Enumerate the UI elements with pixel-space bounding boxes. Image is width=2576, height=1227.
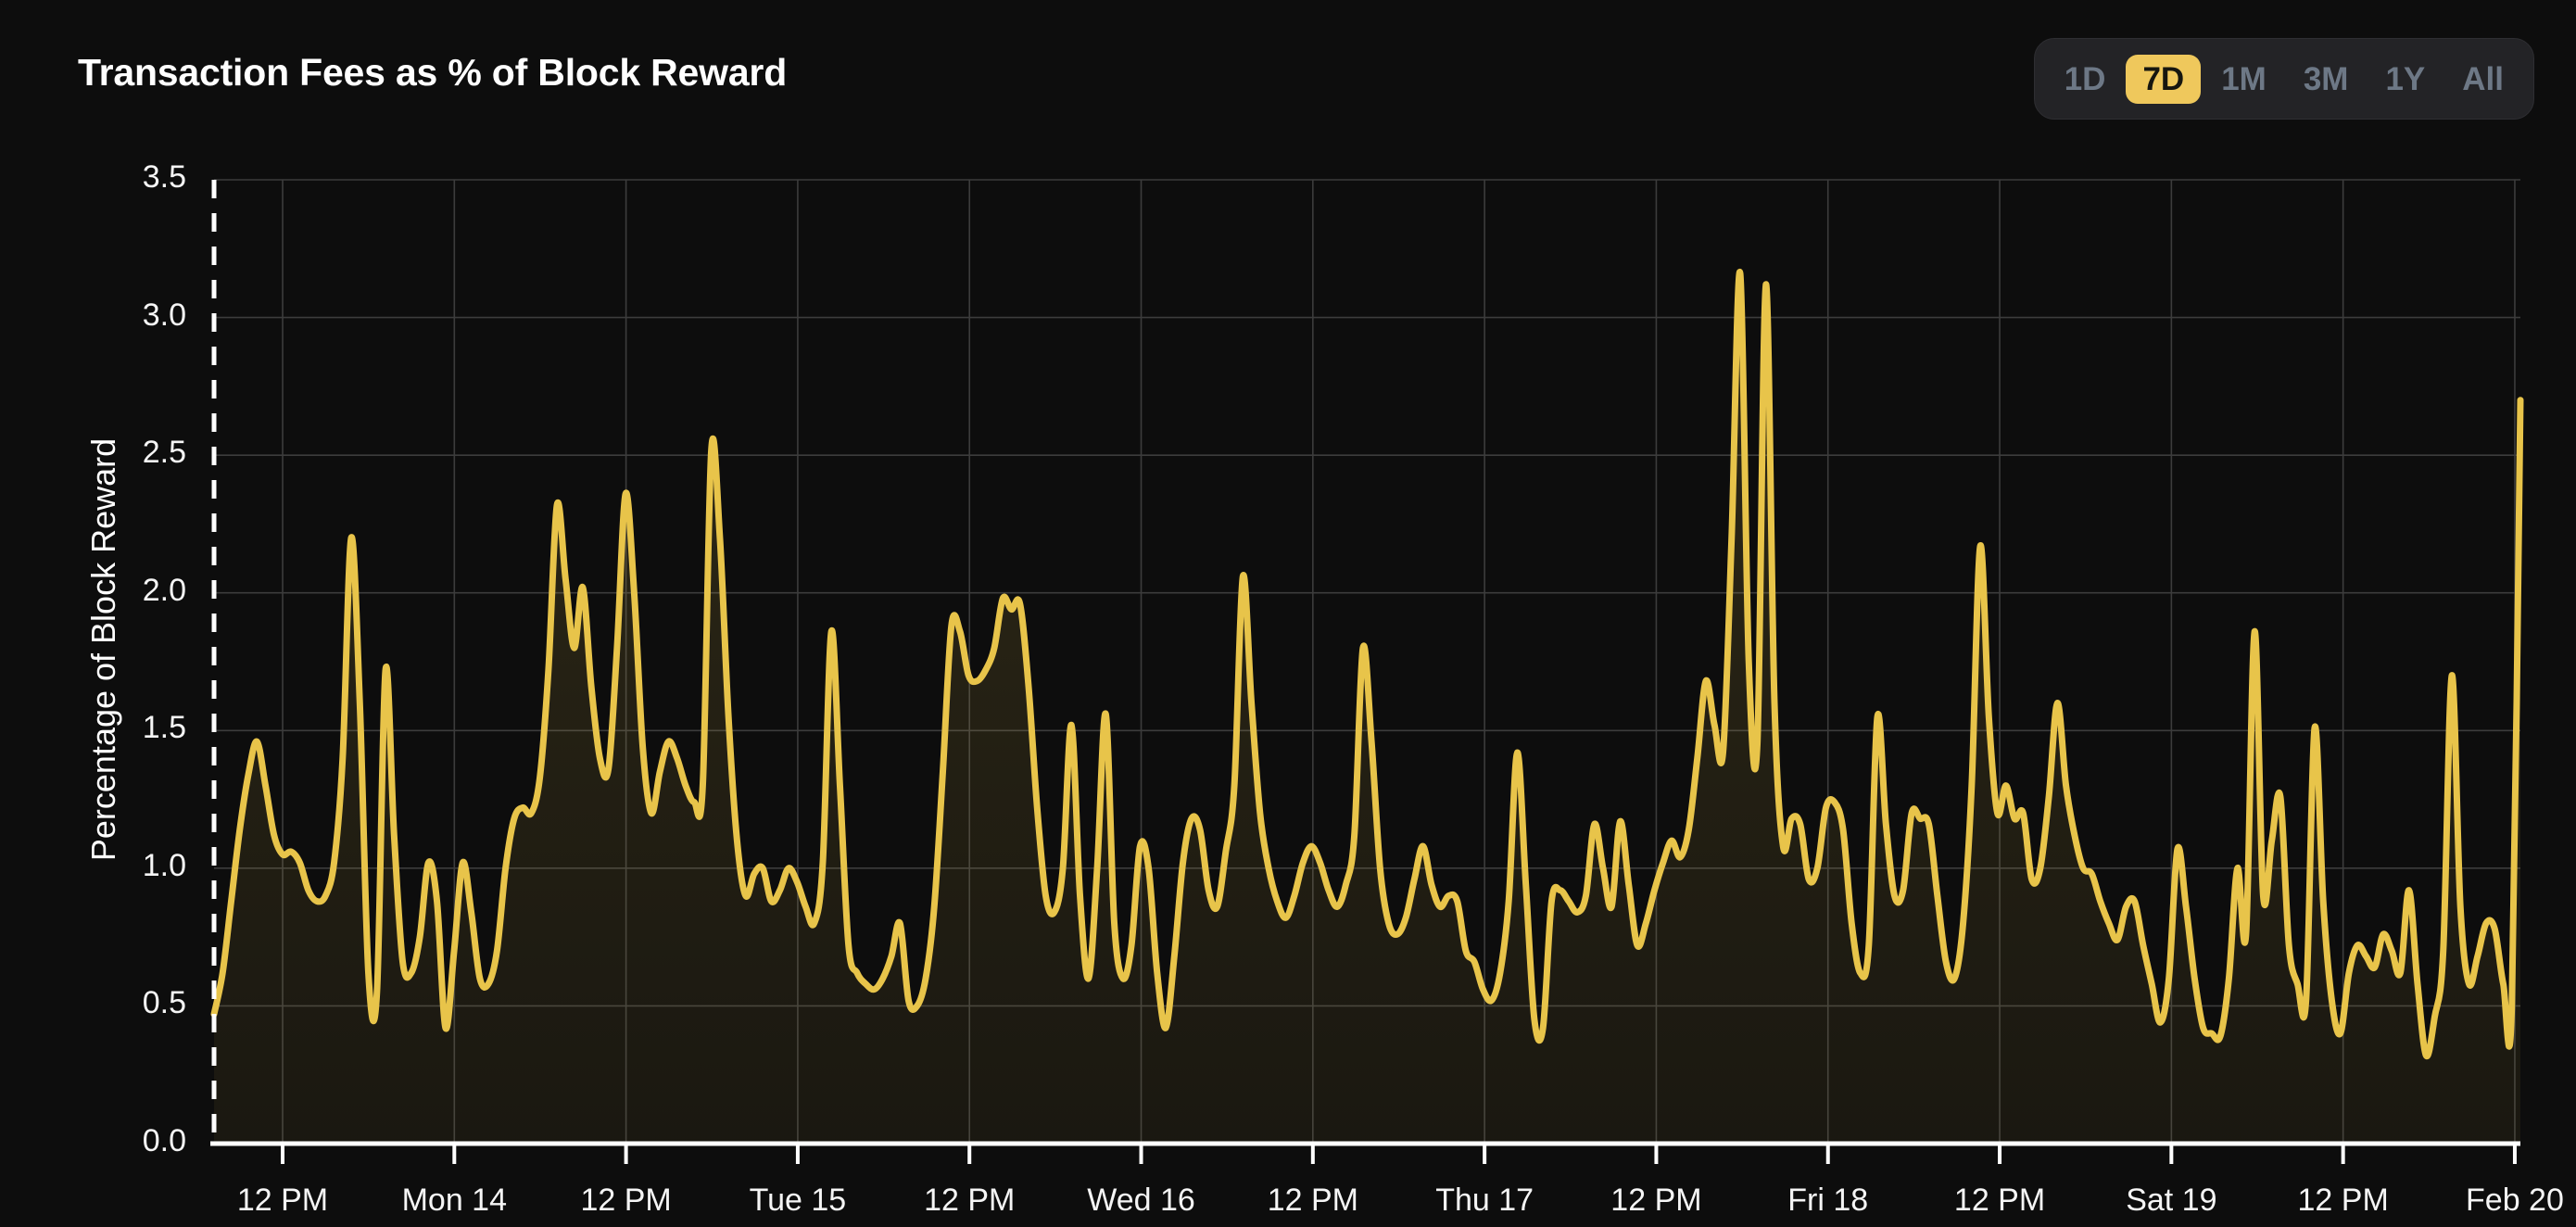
x-axis-tick-label: Tue 15 xyxy=(749,1183,847,1218)
y-axis-tick-label: 0.5 xyxy=(142,985,186,1021)
y-axis-tick-label: 3.0 xyxy=(142,297,186,333)
x-axis-tick-label: 12 PM xyxy=(1953,1183,2046,1218)
y-axis-tick-label: 1.0 xyxy=(142,847,186,883)
x-axis-tick-label: Mon 14 xyxy=(401,1183,507,1218)
x-axis-tick-label: 12 PM xyxy=(580,1183,672,1218)
x-axis-tick-label: 12 PM xyxy=(924,1183,1016,1218)
chart-svg xyxy=(210,179,2524,1164)
x-axis-tick-label: Thu 17 xyxy=(1435,1183,1534,1218)
y-axis-tick-label: 0.0 xyxy=(142,1123,186,1158)
chart-plot-area: Percentage of Block Reward 0.0 0.5 1.0 1.5 2… xyxy=(0,0,2576,1227)
x-axis-tick-label: Wed 16 xyxy=(1087,1183,1195,1218)
x-axis-tick-label: 12 PM xyxy=(1610,1183,1702,1218)
x-axis-tick-label: 12 PM xyxy=(2297,1183,2389,1218)
x-axis-tick-label: Feb 20 xyxy=(2466,1183,2564,1218)
x-axis-tick-label: 12 PM xyxy=(236,1183,329,1218)
y-axis-tick-label: 2.0 xyxy=(142,572,186,608)
x-axis-tick-label: 12 PM xyxy=(1267,1183,1358,1218)
chart-page: Transaction Fees as % of Block Reward 1D… xyxy=(0,0,2576,1227)
x-axis-tick-label: Fri 18 xyxy=(1787,1183,1869,1218)
x-axis-tick-label: Sat 19 xyxy=(2126,1183,2217,1218)
y-axis-tick-label: 2.5 xyxy=(142,435,186,471)
y-axis-tick-label: 3.5 xyxy=(142,159,186,195)
y-axis-tick-label: 1.5 xyxy=(142,710,186,746)
